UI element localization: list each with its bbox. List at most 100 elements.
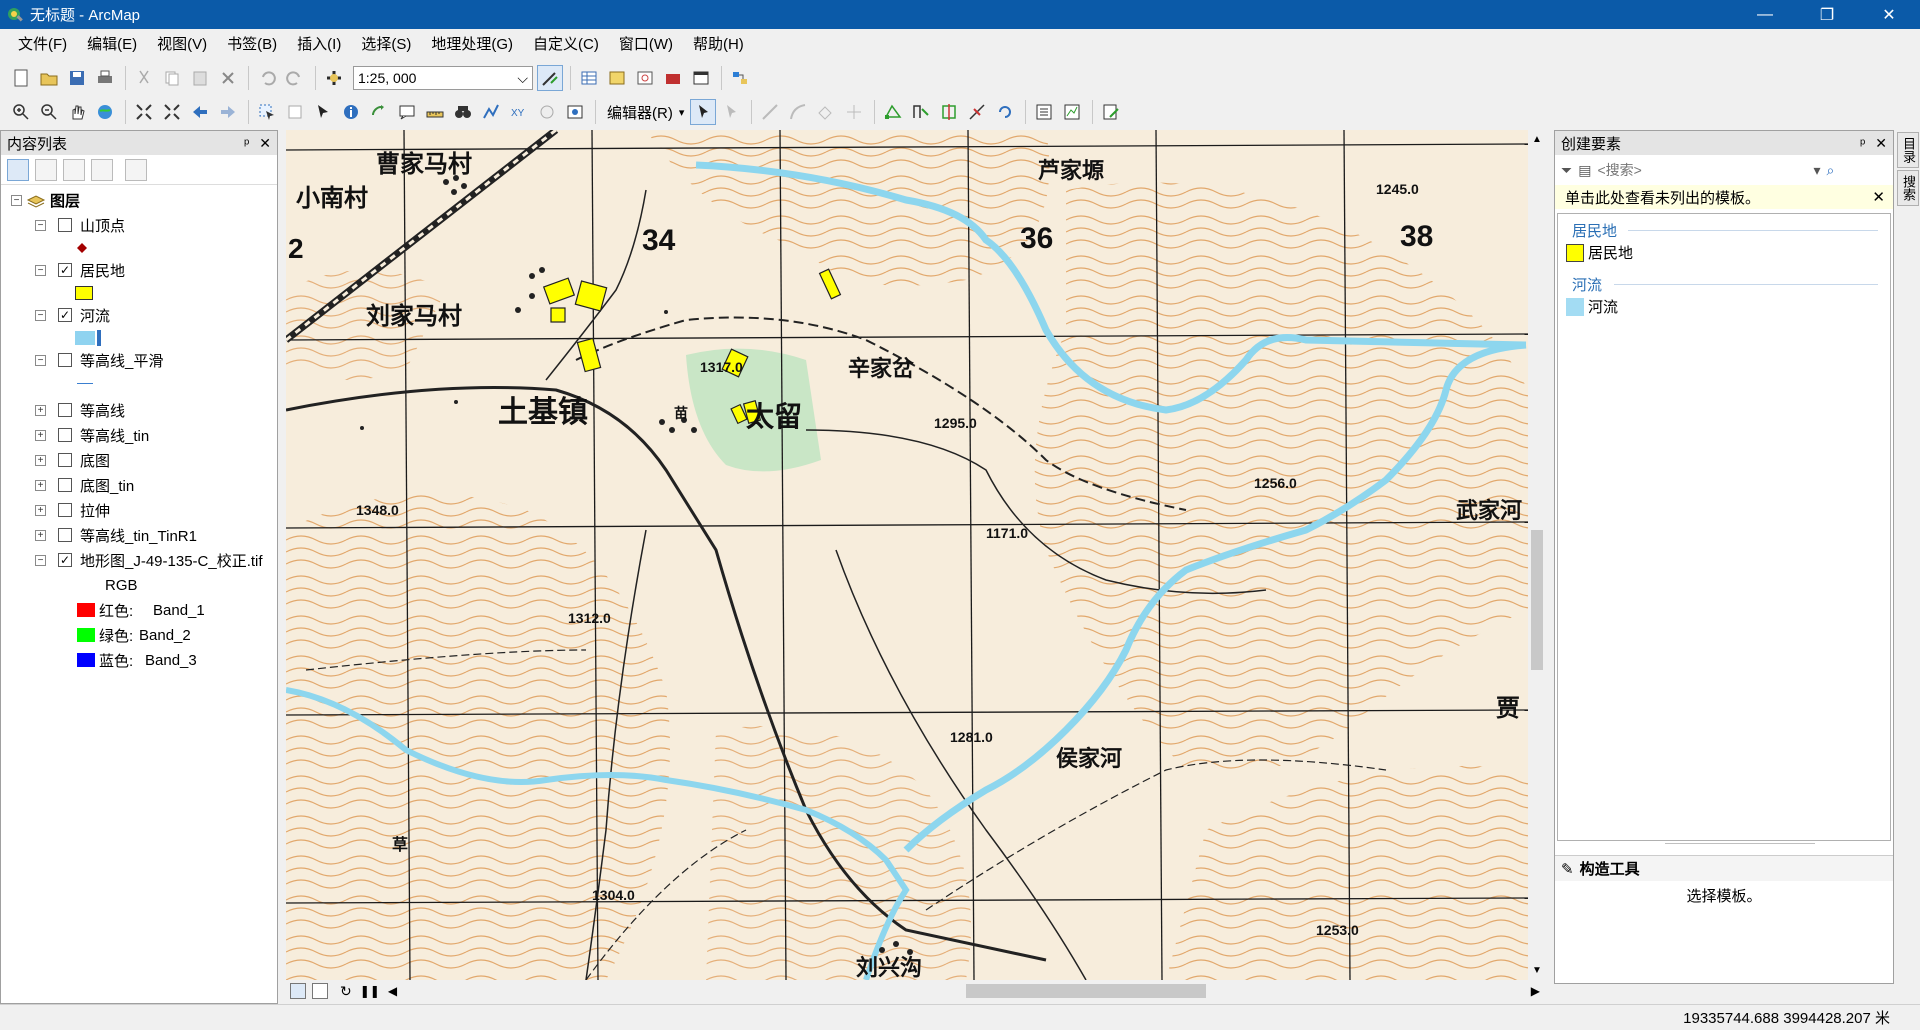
layer-row-contour-tin-tinr1[interactable]: + 等高线_tin_TinR1: [35, 524, 197, 546]
straight-segment-icon[interactable]: [757, 99, 783, 125]
scroll-thumb[interactable]: [966, 984, 1206, 998]
expand-icon[interactable]: +: [35, 454, 46, 466]
layer-row-basemap[interactable]: + 底图: [35, 449, 110, 471]
print-icon[interactable]: [92, 65, 118, 91]
find-route-icon[interactable]: [478, 99, 504, 125]
menu-edit[interactable]: 编辑(E): [77, 29, 147, 61]
list-by-source-icon[interactable]: [35, 158, 57, 181]
scroll-up-icon[interactable]: ▲: [1532, 134, 1542, 145]
catalog-icon[interactable]: [604, 65, 630, 91]
scroll-left-icon[interactable]: ◀: [388, 984, 397, 998]
clear-selection-icon[interactable]: [282, 99, 308, 125]
template-item-settlement[interactable]: 居民地: [1566, 242, 1633, 263]
expand-icon[interactable]: +: [35, 404, 46, 416]
point-icon[interactable]: [841, 99, 867, 125]
menu-bookmarks[interactable]: 书签(B): [217, 29, 287, 61]
close-icon[interactable]: ✕: [1875, 135, 1887, 152]
expand-icon[interactable]: +: [35, 429, 46, 441]
filter-icon[interactable]: ⏷: [1561, 162, 1572, 179]
collapse-icon[interactable]: −: [35, 354, 46, 366]
python-icon[interactable]: [688, 65, 714, 91]
cut-icon[interactable]: [131, 65, 157, 91]
options-icon[interactable]: [125, 158, 147, 181]
open-folder-icon[interactable]: [36, 65, 62, 91]
editor-menu[interactable]: 编辑器(R): [607, 102, 673, 123]
layout-view-icon[interactable]: [312, 983, 328, 999]
measure-icon[interactable]: [422, 99, 448, 125]
layer-checkbox[interactable]: [58, 503, 72, 517]
modelbuilder-icon[interactable]: [727, 65, 753, 91]
layer-checkbox[interactable]: [58, 218, 72, 232]
back-extent-icon[interactable]: [187, 99, 213, 125]
scale-combo[interactable]: 1:25, 000 ⌵: [353, 66, 533, 90]
identify-icon[interactable]: [338, 99, 364, 125]
menu-windows[interactable]: 窗口(W): [609, 29, 683, 61]
scroll-right-icon[interactable]: ▶: [1531, 984, 1540, 998]
tree-root[interactable]: − 图层: [11, 189, 80, 211]
map-horizontal-scrollbar[interactable]: ↻ ❚❚ ◀ ▶: [286, 980, 1546, 1002]
html-popup-icon[interactable]: [394, 99, 420, 125]
editor-toolbar-icon[interactable]: [537, 65, 563, 91]
copy-icon[interactable]: [159, 65, 185, 91]
create-features-window-icon[interactable]: [1098, 99, 1124, 125]
search-icon[interactable]: ⌕: [1826, 162, 1834, 179]
menu-help[interactable]: 帮助(H): [683, 29, 754, 61]
sketch-properties-icon[interactable]: [1059, 99, 1085, 125]
delete-icon[interactable]: [215, 65, 241, 91]
goto-xy-icon[interactable]: XY: [506, 99, 532, 125]
expand-icon[interactable]: +: [35, 529, 46, 541]
hyperlink-icon[interactable]: [366, 99, 392, 125]
refresh-icon[interactable]: ↻: [340, 983, 352, 1000]
zoom-out-icon[interactable]: [36, 99, 62, 125]
fixed-zoom-out-icon[interactable]: [159, 99, 185, 125]
collapse-icon[interactable]: −: [35, 264, 46, 276]
layer-row-contour-smooth[interactable]: − 等高线_平滑: [35, 349, 163, 371]
reshape-icon[interactable]: [908, 99, 934, 125]
close-button[interactable]: ✕: [1858, 0, 1920, 29]
minimize-button[interactable]: —: [1734, 0, 1796, 29]
forward-extent-icon[interactable]: [215, 99, 241, 125]
edit-annotation-icon[interactable]: [718, 99, 744, 125]
chevron-down-icon[interactable]: ▾: [1813, 162, 1820, 179]
save-icon[interactable]: [64, 65, 90, 91]
arctoolbox-icon[interactable]: [660, 65, 686, 91]
layer-checkbox[interactable]: [58, 478, 72, 492]
expand-icon[interactable]: +: [35, 504, 46, 516]
end-point-arc-icon[interactable]: [785, 99, 811, 125]
layer-checkbox[interactable]: [58, 428, 72, 442]
list-by-drawing-order-icon[interactable]: [7, 158, 29, 181]
edit-vertices-icon[interactable]: [880, 99, 906, 125]
search-window-icon[interactable]: [632, 65, 658, 91]
collapse-icon[interactable]: −: [35, 219, 46, 231]
layer-checkbox[interactable]: ✓: [58, 308, 72, 322]
menu-geoprocessing[interactable]: 地理处理(G): [421, 29, 523, 61]
edit-tool-icon[interactable]: [690, 99, 717, 125]
layer-checkbox[interactable]: [58, 353, 72, 367]
select-features-icon[interactable]: [254, 99, 280, 125]
menu-customize[interactable]: 自定义(C): [523, 29, 609, 61]
full-extent-icon[interactable]: [92, 99, 118, 125]
menu-insert[interactable]: 插入(I): [287, 29, 351, 61]
layer-checkbox[interactable]: [58, 528, 72, 542]
collapse-icon[interactable]: −: [35, 554, 46, 566]
expand-icon[interactable]: +: [35, 479, 46, 491]
search-input[interactable]: [1597, 162, 1808, 178]
collapse-icon[interactable]: −: [35, 309, 46, 321]
data-view-icon[interactable]: [290, 983, 306, 999]
pause-icon[interactable]: ❚❚: [360, 984, 380, 998]
paste-icon[interactable]: [187, 65, 213, 91]
attributes-icon[interactable]: [1031, 99, 1057, 125]
template-item-river[interactable]: 河流: [1566, 296, 1618, 317]
table-window-icon[interactable]: [576, 65, 602, 91]
catalog-tab[interactable]: 目录: [1897, 132, 1919, 168]
list-by-visibility-icon[interactable]: [63, 158, 85, 181]
layer-row-basemap-tin[interactable]: + 底图_tin: [35, 474, 134, 496]
layer-row-summit[interactable]: − 山顶点: [35, 214, 125, 236]
pin-icon[interactable]: ᵖ: [1860, 135, 1865, 152]
list-by-selection-icon[interactable]: [91, 158, 113, 181]
layer-row-contour[interactable]: + 等高线: [35, 399, 125, 421]
map-vertical-scrollbar[interactable]: ▲ ▼: [1528, 130, 1546, 980]
time-slider-icon[interactable]: [534, 99, 560, 125]
close-icon[interactable]: ✕: [1872, 188, 1885, 206]
pan-icon[interactable]: [64, 99, 90, 125]
